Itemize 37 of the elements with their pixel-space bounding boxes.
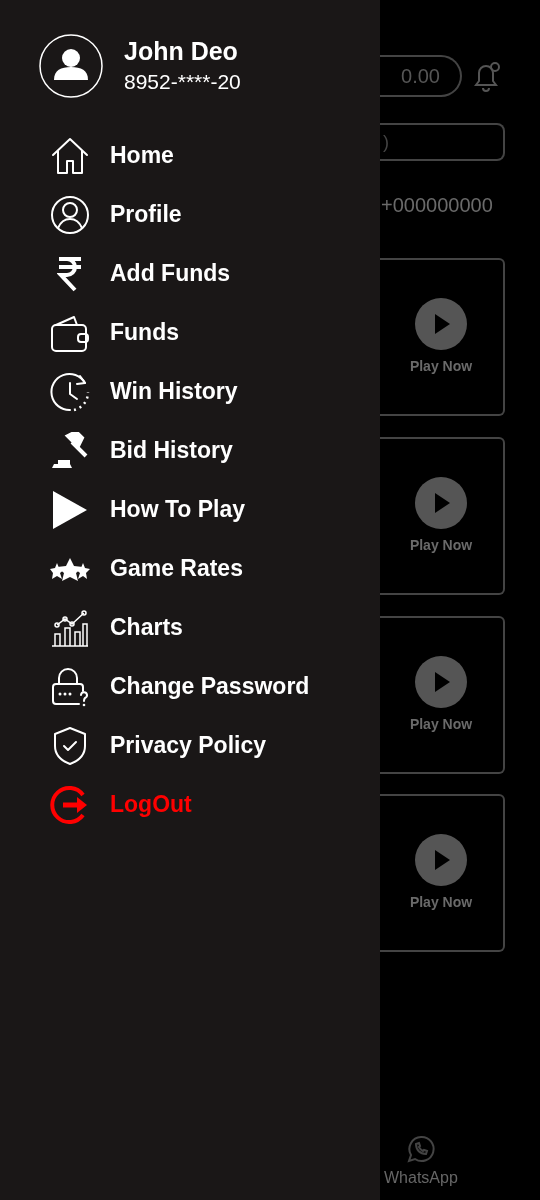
user-icon	[50, 194, 90, 235]
play-icon	[415, 476, 467, 529]
menu-item[interactable]: Game Rates	[48, 539, 380, 598]
whatsapp-nav-item[interactable]: WhatsApp	[384, 1134, 458, 1190]
lock-icon	[50, 666, 90, 707]
user-phone: 8952-****-20	[124, 69, 241, 95]
play-now-button[interactable]: Play Now	[391, 476, 491, 556]
home-icon	[50, 135, 90, 176]
stars-icon	[50, 556, 90, 581]
user-name: John Deo	[124, 36, 239, 67]
bar-chart-icon	[50, 607, 90, 648]
menu-item[interactable]: Win History	[48, 362, 380, 421]
play-now-button[interactable]: Play Now	[391, 655, 491, 735]
shield-icon	[52, 725, 88, 766]
clock-icon	[49, 370, 91, 413]
logout-menu-item[interactable]: LogOut	[48, 775, 380, 834]
menu-item[interactable]: Profile	[48, 185, 380, 244]
play-icon	[51, 488, 89, 531]
menu-item[interactable]: Bid History	[48, 421, 380, 480]
wallet-balance: 0.00	[401, 64, 440, 89]
play-now-button[interactable]: Play Now	[391, 297, 491, 377]
rupee-icon	[57, 255, 83, 292]
notice-text: )	[383, 130, 389, 154]
contact-phone: +000000000	[381, 193, 493, 218]
menu-item[interactable]: Privacy Policy	[48, 716, 380, 775]
menu-item[interactable]: Add Funds	[48, 244, 380, 303]
play-now-button[interactable]: Play Now	[391, 833, 491, 913]
menu-item[interactable]: How To Play	[48, 480, 380, 539]
menu-item[interactable]: Change Password	[48, 657, 380, 716]
chat-phone-icon	[405, 1134, 436, 1164]
menu-item[interactable]: Home	[48, 126, 380, 185]
menu-item[interactable]: Charts	[48, 598, 380, 657]
play-icon	[415, 297, 467, 350]
menu-item[interactable]: Funds	[48, 303, 380, 362]
play-icon	[415, 655, 467, 708]
avatar-icon	[39, 34, 103, 98]
play-icon	[415, 833, 467, 886]
